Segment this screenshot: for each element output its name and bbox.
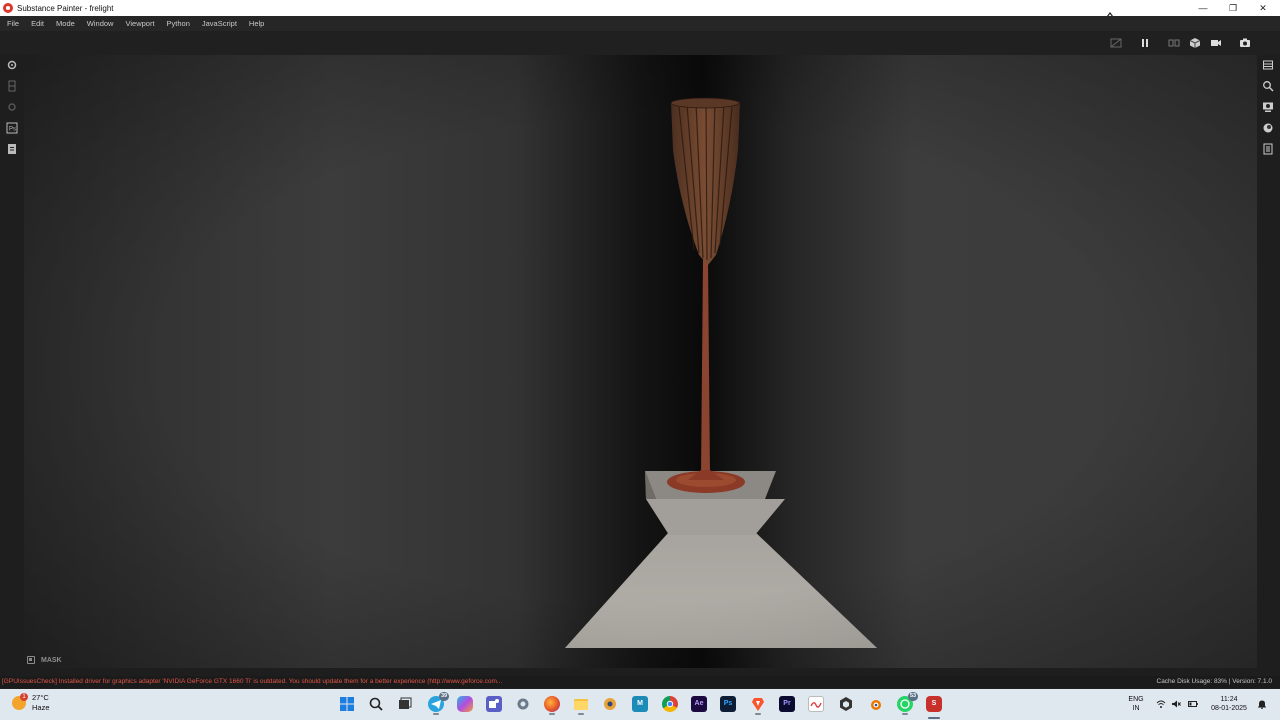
- 3d-viewport[interactable]: MASK: [24, 55, 1257, 668]
- lamp-stem: [701, 260, 710, 475]
- screenshot-icon[interactable]: [1239, 37, 1251, 49]
- svg-text:Ps: Ps: [9, 127, 16, 133]
- mask-checkbox[interactable]: [27, 656, 35, 664]
- volume-icon[interactable]: [1171, 699, 1181, 709]
- menu-viewport[interactable]: Viewport: [119, 16, 160, 31]
- substance-painter-app-icon: [3, 3, 13, 13]
- base-front-face: [565, 532, 877, 648]
- window-title: Substance Painter - frelight: [17, 3, 114, 13]
- block-lower-face: [646, 499, 785, 535]
- layers-icon[interactable]: [1262, 59, 1274, 71]
- document-icon[interactable]: [6, 143, 18, 155]
- display-icon[interactable]: [1262, 101, 1274, 113]
- after-effects-icon[interactable]: Ae: [691, 696, 707, 712]
- pause-icon[interactable]: [1139, 37, 1151, 49]
- gear-icon[interactable]: [6, 101, 18, 113]
- camera-icon[interactable]: [1210, 37, 1222, 49]
- copilot-icon[interactable]: [457, 696, 473, 712]
- wifi-icon[interactable]: [1156, 699, 1166, 709]
- menu-edit[interactable]: Edit: [25, 16, 50, 31]
- menu-bar: File Edit Mode Window Viewport Python Ja…: [0, 16, 1280, 31]
- settings-icon[interactable]: [6, 59, 18, 71]
- file-explorer-icon[interactable]: [573, 696, 589, 715]
- menu-python[interactable]: Python: [161, 16, 196, 31]
- weather-condition: Haze: [32, 703, 50, 712]
- properties-icon[interactable]: [1262, 143, 1274, 155]
- task-view-icon[interactable]: [397, 696, 413, 712]
- menu-file[interactable]: File: [0, 16, 25, 31]
- telegram-icon[interactable]: 39: [428, 692, 449, 715]
- menu-window[interactable]: Window: [81, 16, 120, 31]
- menu-mode[interactable]: Mode: [50, 16, 81, 31]
- viewport-toolbar: [0, 31, 1280, 55]
- hide-icon[interactable]: [1110, 37, 1122, 49]
- blender-icon[interactable]: [867, 696, 883, 712]
- settings-app-icon[interactable]: [515, 696, 531, 712]
- mask-label: MASK: [41, 656, 62, 664]
- whatsapp-badge: 53: [908, 692, 918, 701]
- close-button[interactable]: ✕: [1248, 0, 1278, 16]
- language-indicator[interactable]: ENG IN: [1126, 695, 1146, 713]
- clock[interactable]: 11:24 08-01-2025: [1206, 695, 1252, 713]
- firefox-icon[interactable]: [544, 696, 560, 715]
- notification-bell-icon[interactable]: [1257, 699, 1267, 710]
- photoshop-icon[interactable]: Ps: [720, 696, 736, 712]
- left-tool-strip: Ps: [0, 55, 24, 668]
- premiere-icon[interactable]: Pr: [779, 696, 795, 712]
- chevron-up-icon[interactable]: [1105, 10, 1115, 20]
- minimize-button[interactable]: —: [1188, 0, 1218, 16]
- weather-icon: 1: [12, 693, 28, 710]
- clock-time: 11:24: [1220, 696, 1238, 703]
- cube-view-icon[interactable]: [1189, 37, 1201, 49]
- weather-widget[interactable]: 1 27°C Haze: [12, 693, 50, 713]
- mask-toggle[interactable]: MASK: [27, 656, 62, 664]
- weather-alert-badge: 1: [20, 693, 28, 701]
- substance-painter-icon[interactable]: S: [926, 696, 942, 712]
- teams-icon[interactable]: [486, 696, 502, 712]
- status-bar: [GPUIssuesCheck] Installed driver for gr…: [0, 676, 1280, 688]
- cache-version-info: Cache Disk Usage: 83% | Version: 7.1.0: [1156, 678, 1273, 685]
- clock-date: 08-01-2025: [1211, 705, 1247, 712]
- search-icon[interactable]: [368, 696, 384, 712]
- telegram-badge: 39: [439, 692, 449, 701]
- weather-temp: 27°C: [32, 693, 49, 702]
- notepad-icon[interactable]: [808, 696, 824, 712]
- 3d-model-lamp[interactable]: [24, 55, 1257, 668]
- taskbar: 1 27°C Haze 39 M Ae Ps Pr 53 S ENG IN 11…: [0, 12, 1280, 720]
- blender-alt-icon[interactable]: [602, 696, 618, 712]
- title-bar: Substance Painter - frelight — ❐ ✕: [0, 0, 1280, 16]
- zoom-icon[interactable]: [1262, 80, 1274, 92]
- chrome-icon[interactable]: [662, 696, 678, 712]
- photoshop-export-icon[interactable]: Ps: [6, 122, 18, 134]
- split-view-icon[interactable]: [1168, 37, 1180, 49]
- log-message[interactable]: [GPUIssuesCheck] Installed driver for gr…: [2, 676, 502, 688]
- maps-icon[interactable]: M: [632, 696, 648, 712]
- start-icon[interactable]: [339, 696, 355, 712]
- battery-icon[interactable]: [1188, 699, 1198, 709]
- shader-icon[interactable]: [1262, 122, 1274, 134]
- whatsapp-icon[interactable]: 53: [897, 692, 918, 715]
- restore-button[interactable]: ❐: [1218, 0, 1248, 16]
- menu-javascript[interactable]: JavaScript: [196, 16, 243, 31]
- brave-icon[interactable]: [750, 696, 766, 715]
- unity-icon[interactable]: [838, 696, 854, 712]
- right-tool-strip: [1257, 55, 1280, 668]
- menu-help[interactable]: Help: [243, 16, 270, 31]
- active-app-indicator: [928, 717, 940, 719]
- lamp-shade: [671, 98, 740, 265]
- history-icon[interactable]: [6, 80, 18, 92]
